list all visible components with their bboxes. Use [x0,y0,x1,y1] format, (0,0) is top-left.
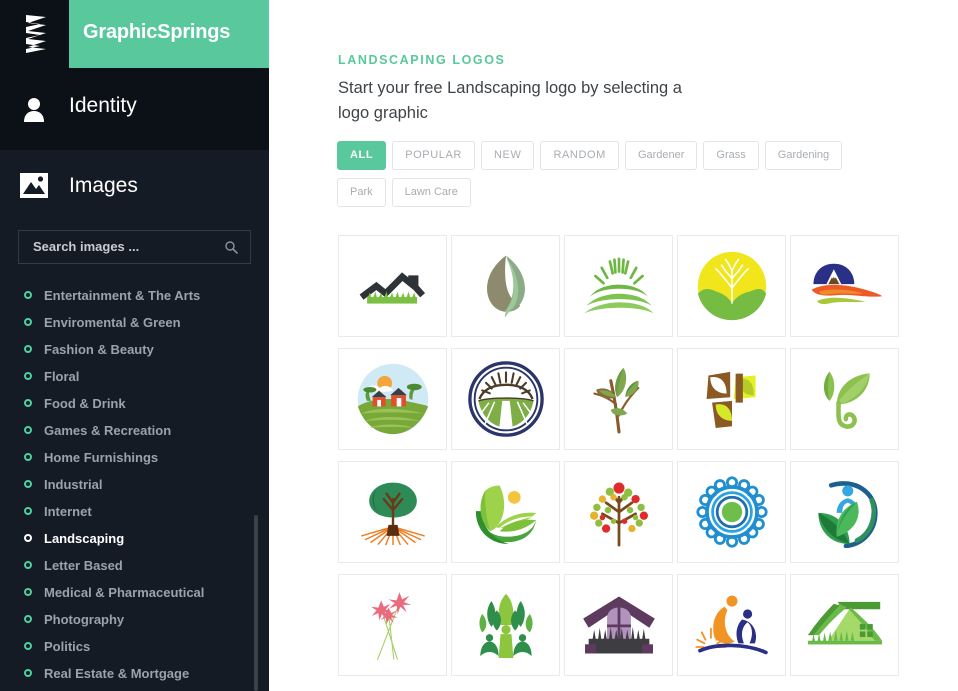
two-tone-leaf-logo[interactable] [451,235,560,337]
people-tree-logo[interactable] [451,574,560,676]
bullet-icon [24,534,32,542]
sidebar-category-item[interactable]: Landscaping [0,525,269,552]
house-gable-grass-logo[interactable] [564,574,673,676]
sidebar-category-item[interactable]: Entertainment & The Arts [0,282,269,309]
sidebar-category-item[interactable]: Home Furnishings [0,444,269,471]
bullet-icon [24,453,32,461]
bullet-icon [24,480,32,488]
sidebar-category-label: Photography [44,612,125,627]
fruit-tree-dots-logo[interactable] [564,461,673,563]
person-icon [22,96,46,122]
sidebar-category-item[interactable]: Games & Recreation [0,417,269,444]
filter-button[interactable]: ALL [337,141,387,170]
logo-grid [338,235,918,687]
pink-flowers-logo[interactable] [338,574,447,676]
sidebar-category-item[interactable]: Industrial [0,471,269,498]
bullet-icon [24,507,32,515]
tree-with-rays-logo[interactable] [338,461,447,563]
sidebar-category-item[interactable]: Photography [0,606,269,633]
sidebar-category-label: Enviromental & Green [44,315,181,330]
green-house-roof-logo[interactable] [790,574,899,676]
bullet-icon [24,669,32,677]
sidebar-category-item[interactable]: Enviromental & Green [0,309,269,336]
bullet-icon [24,372,32,380]
tree-in-yellow-circle-logo[interactable] [677,235,786,337]
sidebar-scrollbar[interactable] [254,515,258,691]
filter-button[interactable]: Lawn Care [391,178,471,207]
spring-zigzag-icon [22,13,52,55]
bullet-icon [24,642,32,650]
filter-button[interactable]: Park [337,178,386,207]
page-eyebrow: LANDSCAPING LOGOS [338,53,506,67]
search-input[interactable] [33,239,213,254]
filter-button[interactable]: Grass [703,141,759,170]
sidebar: GraphicSprings Identity Images Search im… [0,0,269,691]
sidebar-category-item[interactable]: Letter Based [0,552,269,579]
sidebar-category-item[interactable]: Internet [0,498,269,525]
seedling-sprout-logo[interactable] [564,348,673,450]
blue-flower-mandala-logo[interactable] [677,461,786,563]
sidebar-item-label-identity: Identity [69,94,137,117]
category-list: Entertainment & The Arts Enviromental & G… [0,282,269,687]
sidebar-category-label: Food & Drink [44,396,126,411]
brown-yellow-cross-leaf-logo[interactable] [677,348,786,450]
bullet-icon [24,615,32,623]
person-leaf-circle-logo[interactable] [790,461,899,563]
sidebar-category-item[interactable]: Medical & Pharmaceutical [0,579,269,606]
image-icon [20,173,48,198]
sidebar-category-label: Medical & Pharmaceutical [44,585,205,600]
sun-field-roundel-logo[interactable] [451,348,560,450]
search-icon[interactable] [225,241,239,255]
blue-mountain-river-logo[interactable] [790,235,899,337]
brand-title: GraphicSprings [83,21,231,43]
filter-button-group: ALL POPULAR NEW RANDOM Gardener Grass Gardenin… [337,141,897,215]
sidebar-category-item[interactable]: Food & Drink [0,390,269,417]
mountain-grass-logo[interactable] [338,235,447,337]
bullet-icon [24,588,32,596]
sidebar-category-label: Letter Based [44,558,123,573]
bullet-icon [24,399,32,407]
sunrise-over-hills-logo[interactable] [564,235,673,337]
sidebar-category-label: Internet [44,504,92,519]
bullet-icon [24,345,32,353]
sidebar-category-label: Fashion & Beauty [44,342,154,357]
leaf-swirl-logo[interactable] [790,348,899,450]
bullet-icon [24,561,32,569]
page-title: Start your free Landscaping logo by sele… [338,79,682,122]
two-people-sunrise-logo[interactable] [677,574,786,676]
search-images-box[interactable] [18,230,251,264]
sidebar-category-label: Landscaping [44,531,125,546]
app-root: GraphicSprings Identity Images Search im… [0,0,958,691]
filter-button[interactable]: Gardener [624,141,698,170]
farm-scene-circle-logo[interactable] [338,348,447,450]
sidebar-category-label: Real Estate & Mortgage [44,666,190,681]
filter-button[interactable]: POPULAR [392,141,475,170]
bullet-icon [24,426,32,434]
filter-button[interactable]: RANDOM [540,141,619,170]
sidebar-category-label: Home Furnishings [44,450,159,465]
sidebar-category-label: Games & Recreation [44,423,172,438]
sidebar-category-label: Politics [44,639,91,654]
filter-button[interactable]: NEW [480,141,535,170]
sidebar-category-label: Industrial [44,477,103,492]
filter-button[interactable]: Gardening [764,141,843,170]
sidebar-item-label-images: Images [69,174,138,197]
sidebar-category-label: Floral [44,369,80,384]
main-content: LANDSCAPING LOGOS Start your free Landsc… [269,0,958,691]
sidebar-category-item[interactable]: Fashion & Beauty [0,336,269,363]
sidebar-category-item[interactable]: Politics [0,633,269,660]
bullet-icon [24,318,32,326]
sidebar-category-item[interactable]: Real Estate & Mortgage [0,660,269,687]
sidebar-category-item[interactable]: Floral [0,363,269,390]
sidebar-category-label: Entertainment & The Arts [44,288,201,303]
brand-header: GraphicSprings [0,0,269,68]
bullet-icon [24,291,32,299]
leaf-field-sun-logo[interactable] [451,461,560,563]
